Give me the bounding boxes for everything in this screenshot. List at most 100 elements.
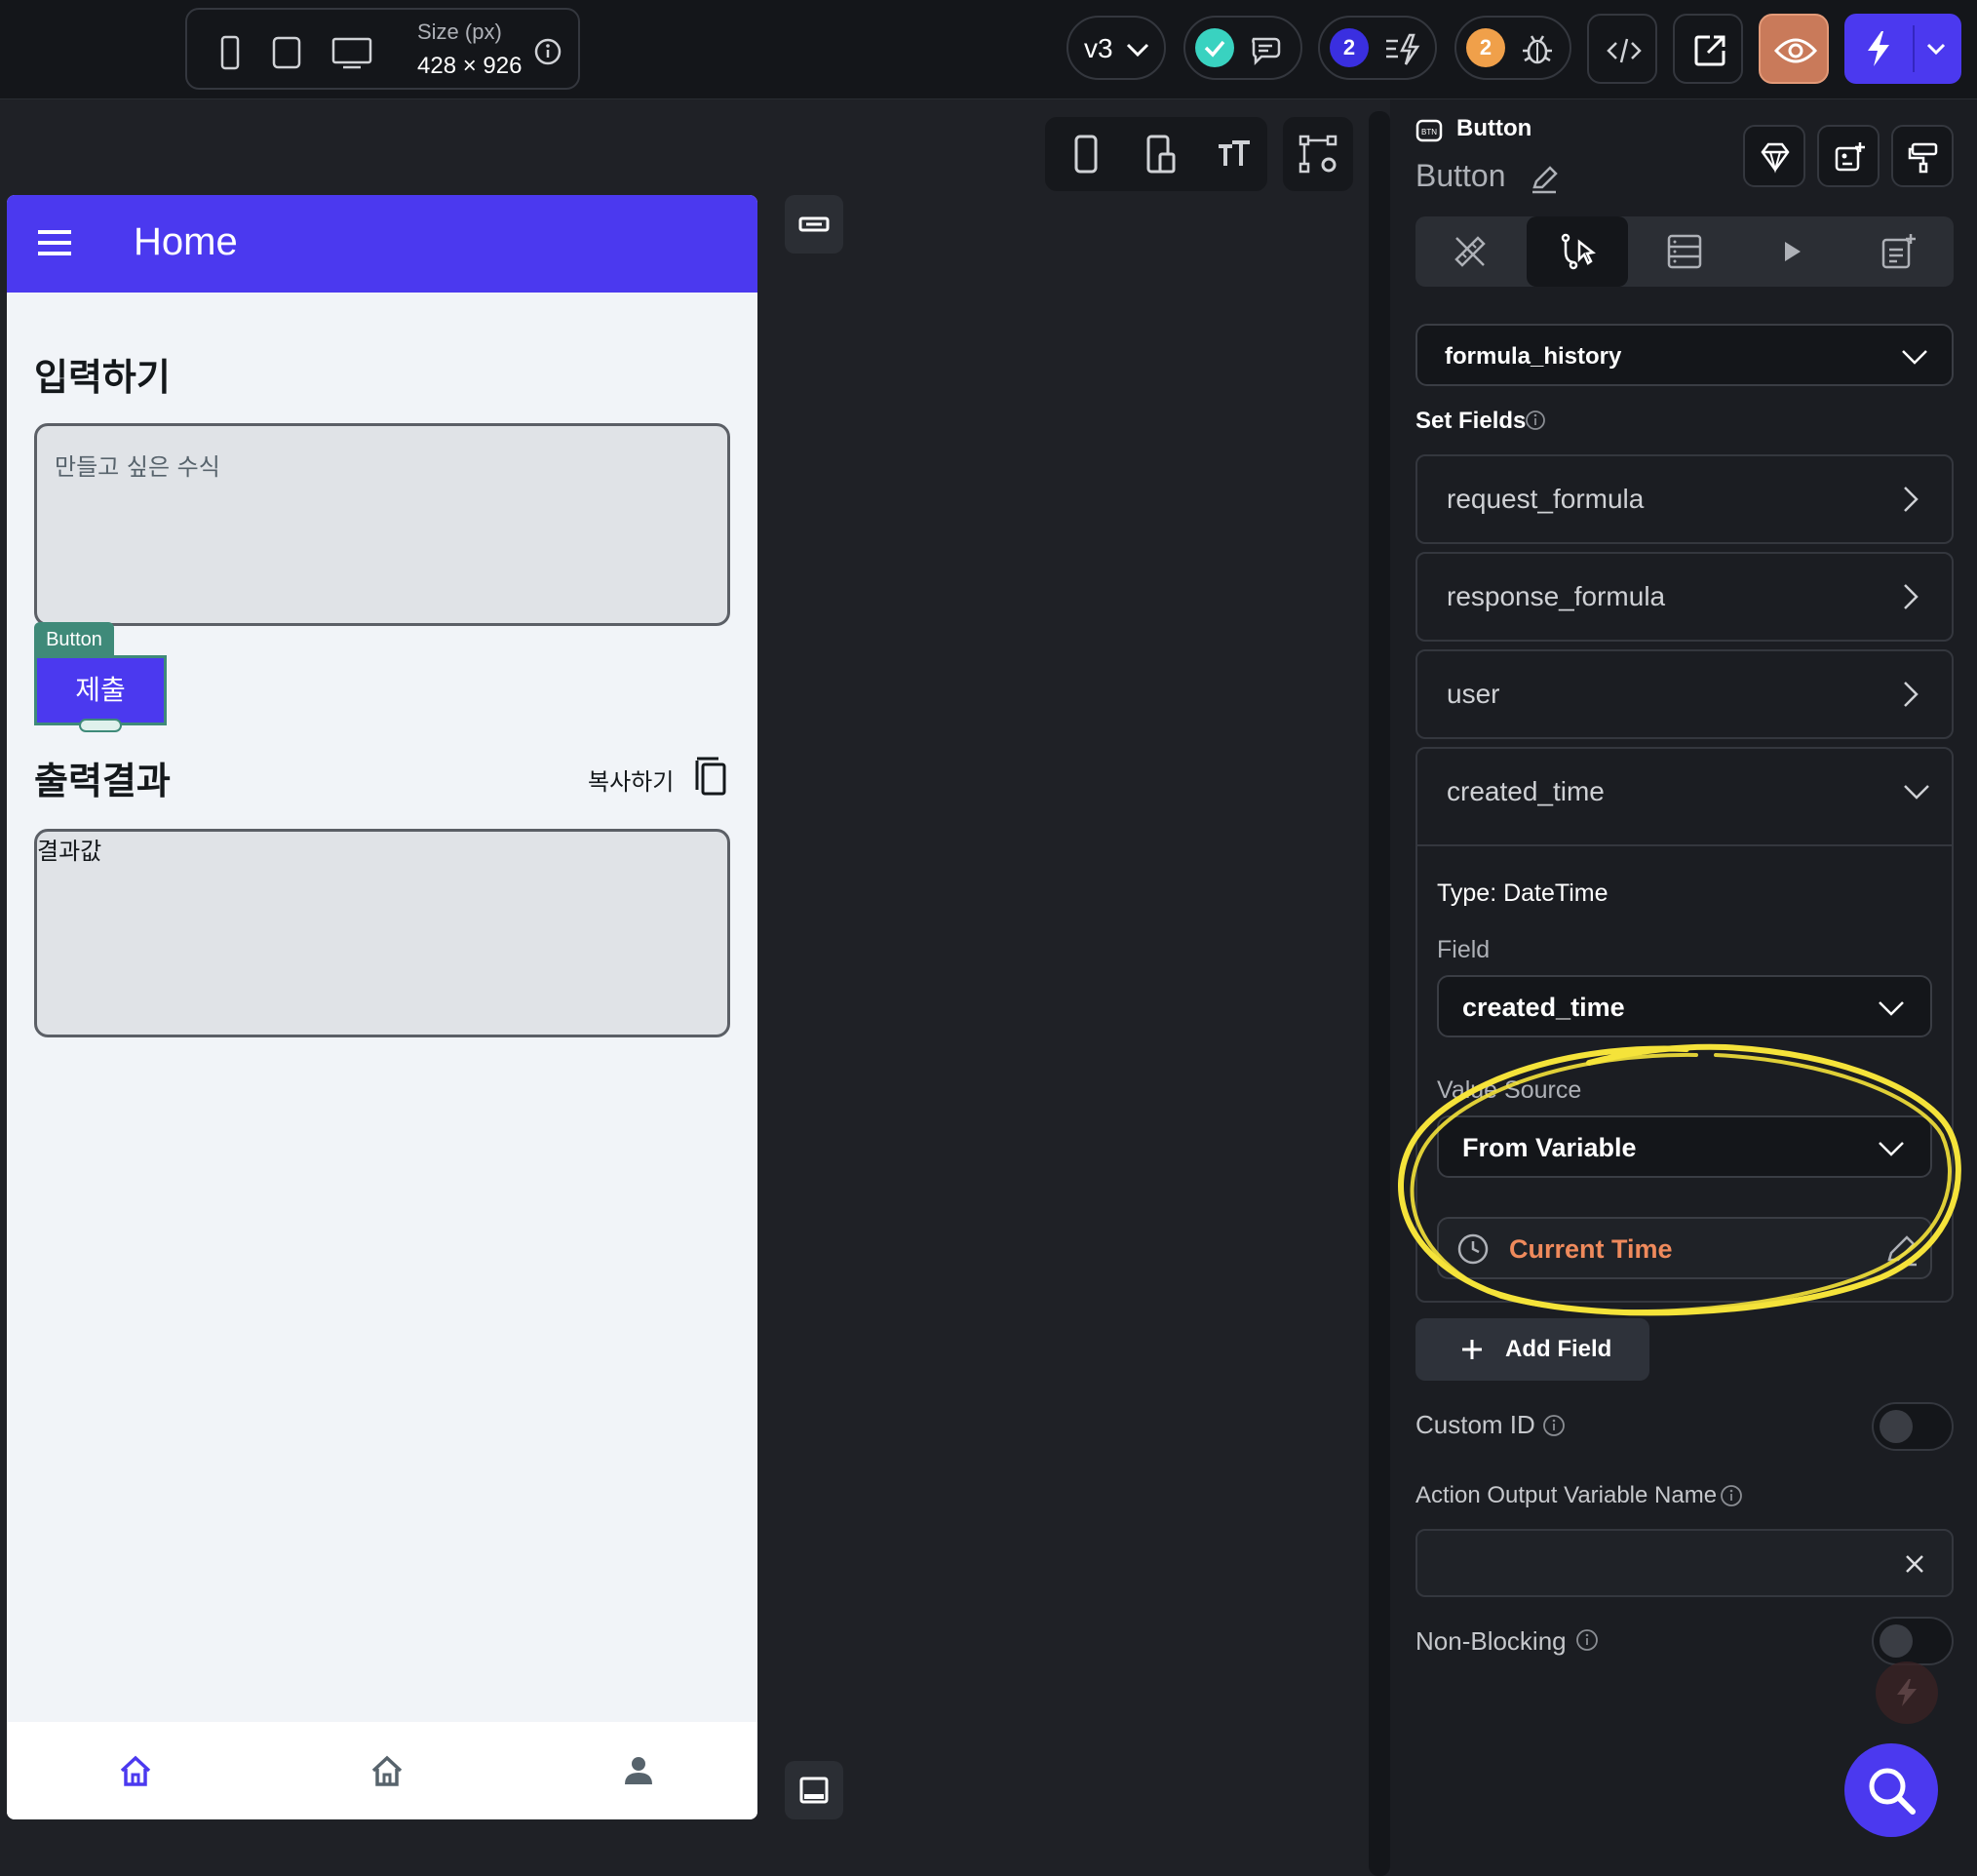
tab-generation[interactable] — [1848, 216, 1950, 287]
keyboard-toggle-button[interactable] — [785, 195, 843, 254]
add-widget-icon — [1835, 142, 1865, 172]
add-field-label: Add Field — [1505, 1336, 1612, 1362]
size-value[interactable]: 428 × 926 — [417, 53, 522, 80]
issues-badge: 2 — [1330, 28, 1369, 67]
chevron-down-icon — [1902, 350, 1927, 365]
version-label: v3 — [1084, 33, 1113, 63]
issues-group[interactable]: 2 — [1318, 16, 1437, 80]
field-name: request_formula — [1447, 484, 1645, 514]
phone-frame-icon[interactable] — [1066, 133, 1105, 176]
text-scale-icon[interactable] — [1215, 133, 1254, 176]
clear-icon[interactable] — [1903, 1552, 1926, 1576]
widget-name: Button — [1415, 158, 1506, 193]
search-fab[interactable] — [1844, 1743, 1938, 1837]
open-external-icon — [1694, 35, 1725, 66]
theme-button[interactable] — [1891, 125, 1954, 187]
canvas-toolbar — [1045, 117, 1267, 191]
field-name: response_formula — [1447, 581, 1666, 611]
play-icon — [1785, 242, 1801, 261]
size-label: Size (px) — [417, 20, 502, 44]
formula-input[interactable]: 만들고 싶은 수식 — [34, 423, 730, 626]
panel-bottom-icon — [799, 1777, 829, 1804]
tab-backend-query[interactable] — [1634, 216, 1735, 287]
bug-icon — [1523, 35, 1552, 64]
chevron-down-icon — [1126, 43, 1149, 58]
copy-icon[interactable] — [691, 755, 730, 800]
copy-label[interactable]: 복사하기 — [588, 762, 674, 797]
checks-comments-group[interactable] — [1183, 16, 1302, 80]
non-blocking-toggle[interactable] — [1872, 1617, 1954, 1665]
input-heading: 입력하기 — [34, 356, 171, 399]
diamond-icon — [1761, 142, 1790, 174]
info-icon[interactable] — [1720, 1484, 1743, 1507]
selected-widget-tag: Button — [34, 622, 114, 657]
collection-dropdown[interactable]: formula_history — [1415, 324, 1954, 386]
annotation-highlight — [1398, 1043, 1961, 1316]
transform-settings-icon[interactable] — [1297, 133, 1339, 176]
tab-animations[interactable] — [1741, 216, 1842, 287]
app-bar: Home — [7, 195, 757, 293]
paint-icon — [1908, 142, 1938, 174]
floating-action-faded[interactable] — [1876, 1661, 1938, 1724]
result-output-placeholder: 결과값 — [37, 838, 102, 865]
resize-handle[interactable] — [79, 719, 122, 732]
add-field-button[interactable]: Add Field — [1415, 1318, 1649, 1381]
field-row-user[interactable]: user — [1415, 649, 1954, 739]
chevron-down-icon[interactable] — [1901, 776, 1932, 807]
bottom-panel-toggle-button[interactable] — [785, 1761, 843, 1819]
home-outline-icon[interactable] — [368, 1751, 407, 1790]
info-icon[interactable] — [1542, 1414, 1566, 1437]
keyboard-icon — [798, 216, 830, 232]
run-button[interactable] — [1844, 14, 1961, 84]
chevron-down-icon — [1926, 43, 1946, 56]
custom-id-toggle[interactable] — [1872, 1402, 1954, 1451]
database-icon — [1667, 234, 1702, 269]
formula-input-placeholder: 만들고 싶은 수식 — [55, 453, 220, 481]
submit-button[interactable]: 제출 — [34, 655, 167, 725]
toggle-knob — [1880, 1410, 1913, 1443]
edit-name-icon[interactable] — [1529, 164, 1560, 195]
top-toolbar: Size (px) 428 × 926 v3 2 2 — [0, 0, 1977, 99]
field-row-request-formula[interactable]: request_formula — [1415, 454, 1954, 544]
desktop-icon[interactable] — [330, 33, 374, 72]
field-name[interactable]: created_time — [1447, 776, 1605, 807]
bottom-nav-bar — [7, 1722, 757, 1819]
responsive-icon[interactable] — [1141, 133, 1180, 176]
output-var-label: Action Output Variable Name — [1415, 1482, 1718, 1508]
device-size-group: Size (px) 428 × 926 — [185, 8, 580, 90]
tab-actions[interactable] — [1527, 216, 1628, 287]
panel-resize-divider[interactable] — [1369, 111, 1390, 1876]
open-external-button[interactable] — [1673, 14, 1743, 84]
phone-icon[interactable] — [211, 33, 250, 72]
menu-icon[interactable] — [38, 230, 75, 257]
preview-button[interactable] — [1759, 14, 1829, 84]
promote-button[interactable] — [1743, 125, 1805, 187]
toggle-knob — [1880, 1624, 1913, 1658]
info-icon[interactable] — [533, 37, 562, 66]
custom-id-label: Custom ID — [1415, 1410, 1535, 1439]
info-icon[interactable] — [1525, 410, 1546, 431]
output-var-input[interactable] — [1415, 1529, 1954, 1597]
tablet-icon[interactable] — [267, 33, 306, 72]
svg-text:BTN: BTN — [1421, 128, 1437, 137]
result-output[interactable]: 결과값 — [34, 829, 730, 1037]
collection-value: formula_history — [1445, 343, 1622, 370]
field-row-response-formula[interactable]: response_formula — [1415, 552, 1954, 642]
code-view-button[interactable] — [1587, 14, 1657, 84]
info-icon[interactable] — [1575, 1628, 1599, 1652]
add-component-button[interactable] — [1817, 125, 1880, 187]
field-select-label: Field — [1437, 936, 1491, 963]
chevron-right-icon — [1904, 584, 1919, 609]
version-dropdown[interactable]: v3 — [1066, 16, 1166, 80]
home-icon[interactable] — [116, 1751, 155, 1790]
person-icon[interactable] — [619, 1751, 658, 1790]
field-select-dropdown[interactable]: created_time — [1437, 975, 1932, 1037]
warnings-group[interactable]: 2 — [1454, 16, 1571, 80]
tab-properties[interactable] — [1419, 216, 1521, 287]
panel-tabs — [1415, 216, 1954, 287]
lightning-list-icon — [1386, 33, 1420, 65]
phone-preview: Home 입력하기 만들고 싶은 수식 Button 제출 출력결과 복사하기 … — [7, 195, 757, 1819]
field-select-value: created_time — [1462, 993, 1625, 1022]
eye-icon — [1774, 38, 1817, 63]
chevron-right-icon — [1904, 487, 1919, 512]
